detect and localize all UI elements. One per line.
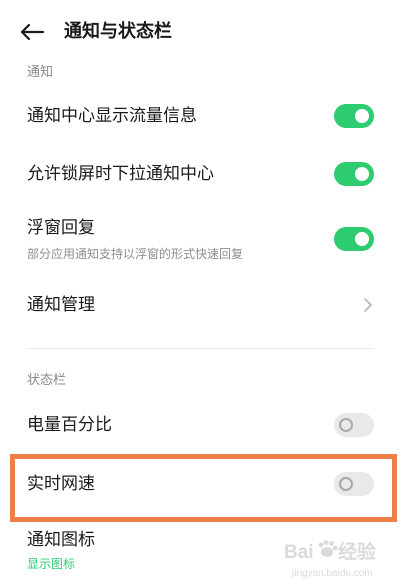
settings-screen: 通知与状态栏 通知 通知中心显示流量信息 允许锁屏时下拉通知中心 浮窗回复 部分… bbox=[0, 0, 407, 587]
lockscreen-pull-toggle[interactable] bbox=[334, 162, 374, 186]
section-divider bbox=[27, 348, 374, 349]
toggle-knob bbox=[355, 109, 369, 123]
toggle-knob bbox=[339, 418, 353, 432]
chevron-right-icon bbox=[364, 298, 372, 312]
back-arrow-icon bbox=[20, 23, 45, 41]
svg-text:经验: 经验 bbox=[338, 540, 377, 563]
back-button[interactable] bbox=[18, 17, 48, 47]
section-label-status-bar: 状态栏 bbox=[27, 373, 67, 388]
row-label: 通知管理 bbox=[27, 295, 95, 315]
baidu-watermark-logo: Bai 经验 jingyan.baidu.com bbox=[284, 540, 377, 579]
row-label: 实时网速 bbox=[27, 474, 95, 494]
row-label: 允许锁屏时下拉通知中心 bbox=[27, 164, 214, 184]
row-lockscreen-pull[interactable]: 允许锁屏时下拉通知中心 bbox=[0, 150, 407, 198]
toggle-knob bbox=[339, 477, 353, 491]
svg-text:jingyan.baidu.com: jingyan.baidu.com bbox=[291, 568, 373, 579]
toggle-knob bbox=[355, 167, 369, 181]
row-label: 浮窗回复 bbox=[27, 218, 95, 238]
row-battery-percent[interactable]: 电量百分比 bbox=[0, 402, 407, 450]
svg-text:Bai: Bai bbox=[284, 542, 314, 563]
section-label-notifications: 通知 bbox=[27, 65, 54, 80]
page-title: 通知与状态栏 bbox=[64, 21, 172, 42]
traffic-info-toggle[interactable] bbox=[334, 104, 374, 128]
row-label: 电量百分比 bbox=[27, 415, 112, 435]
row-traffic-info[interactable]: 通知中心显示流量信息 bbox=[0, 92, 407, 140]
row-notification-manage[interactable]: 通知管理 bbox=[0, 282, 407, 330]
row-float-reply[interactable]: 浮窗回复 部分应用通知支持以浮窗的形式快速回复 bbox=[0, 210, 407, 270]
battery-percent-toggle[interactable] bbox=[334, 413, 374, 437]
header: 通知与状态栏 bbox=[0, 0, 407, 64]
row-realtime-speed[interactable]: 实时网速 bbox=[0, 460, 407, 508]
float-reply-toggle[interactable] bbox=[334, 227, 374, 251]
row-subtitle: 部分应用通知支持以浮窗的形式快速回复 bbox=[27, 247, 244, 261]
realtime-speed-toggle[interactable] bbox=[334, 472, 374, 496]
row-label: 通知中心显示流量信息 bbox=[27, 106, 197, 126]
row-value: 显示图标 bbox=[27, 557, 76, 571]
toggle-knob bbox=[355, 232, 369, 246]
row-label: 通知图标 bbox=[27, 530, 95, 550]
